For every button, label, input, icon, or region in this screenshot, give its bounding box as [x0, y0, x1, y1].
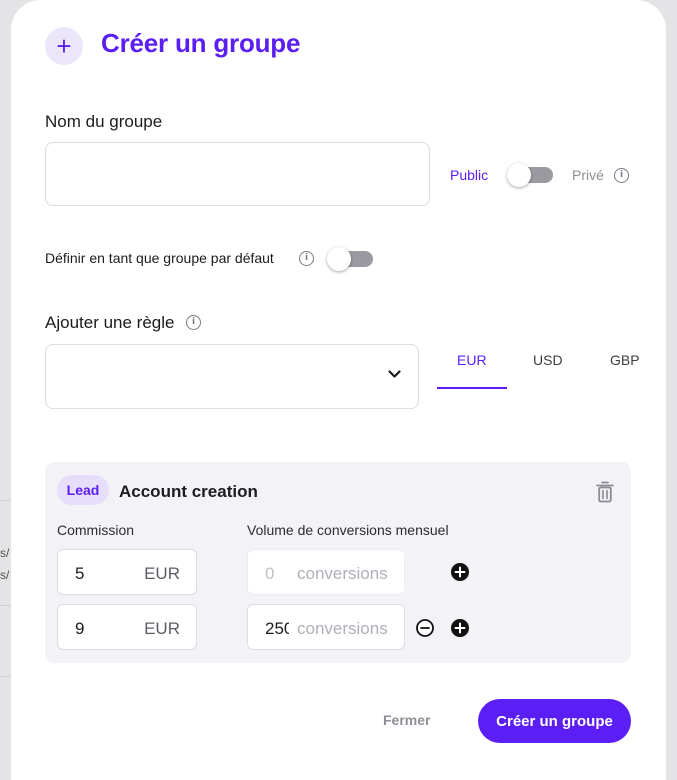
add-rule-select[interactable] — [45, 344, 419, 409]
volume-header: Volume de conversions mensuel — [247, 522, 449, 538]
background-text-fragment: s/ — [0, 546, 10, 560]
plus-icon: + — [45, 27, 83, 65]
commission-value: 9 — [75, 619, 85, 638]
group-name-input[interactable] — [45, 142, 430, 206]
default-group-toggle[interactable] — [327, 247, 373, 271]
tab-eur[interactable]: EUR — [457, 352, 487, 368]
trash-icon[interactable] — [596, 481, 614, 503]
tab-gbp[interactable]: GBP — [610, 352, 640, 368]
volume-unit: conversions — [297, 564, 388, 583]
visibility-toggle[interactable] — [507, 163, 553, 187]
add-tier-icon[interactable] — [451, 563, 469, 581]
close-button[interactable]: Fermer — [383, 712, 430, 728]
background-text-fragment: s/ — [0, 568, 10, 582]
chevron-down-icon — [388, 370, 401, 378]
volume-input[interactable]: 250 conversions — [247, 604, 405, 650]
group-name-label: Nom du groupe — [45, 112, 163, 131]
toggle-knob — [507, 163, 531, 187]
visibility-private-label: Privé — [572, 167, 604, 183]
info-icon[interactable]: i — [614, 168, 629, 183]
info-icon[interactable]: i — [299, 251, 314, 266]
create-group-modal: + Créer un groupe Nom du groupe Public P… — [11, 0, 666, 780]
commission-input[interactable]: 9 EUR — [57, 604, 197, 650]
remove-tier-icon[interactable] — [416, 619, 434, 637]
default-group-label: Définir en tant que groupe par défaut — [45, 250, 274, 266]
volume-value: 250 — [265, 619, 289, 638]
commission-unit: EUR — [144, 564, 180, 583]
commission-input[interactable]: 5 EUR — [57, 549, 197, 595]
create-group-button[interactable]: Créer un groupe — [478, 699, 631, 743]
toggle-knob — [327, 247, 351, 271]
rule-card: Lead Account creation Commission Volume … — [45, 462, 631, 663]
rule-name: Account creation — [119, 482, 258, 501]
volume-unit: conversions — [297, 619, 388, 638]
commission-header: Commission — [57, 522, 135, 538]
info-icon[interactable]: i — [186, 315, 201, 330]
commission-value: 5 — [75, 564, 85, 583]
modal-title: Créer un groupe — [101, 28, 301, 58]
add-rule-label: Ajouter une règle — [45, 313, 175, 332]
add-tier-icon[interactable] — [451, 619, 469, 637]
active-tab-indicator — [437, 387, 507, 389]
rule-type-badge: Lead — [57, 475, 109, 505]
tab-usd[interactable]: USD — [533, 352, 563, 368]
volume-placeholder: 0 — [265, 564, 275, 583]
visibility-public-label: Public — [450, 167, 489, 183]
commission-unit: EUR — [144, 619, 180, 638]
volume-input[interactable]: 0 conversions — [247, 549, 405, 595]
